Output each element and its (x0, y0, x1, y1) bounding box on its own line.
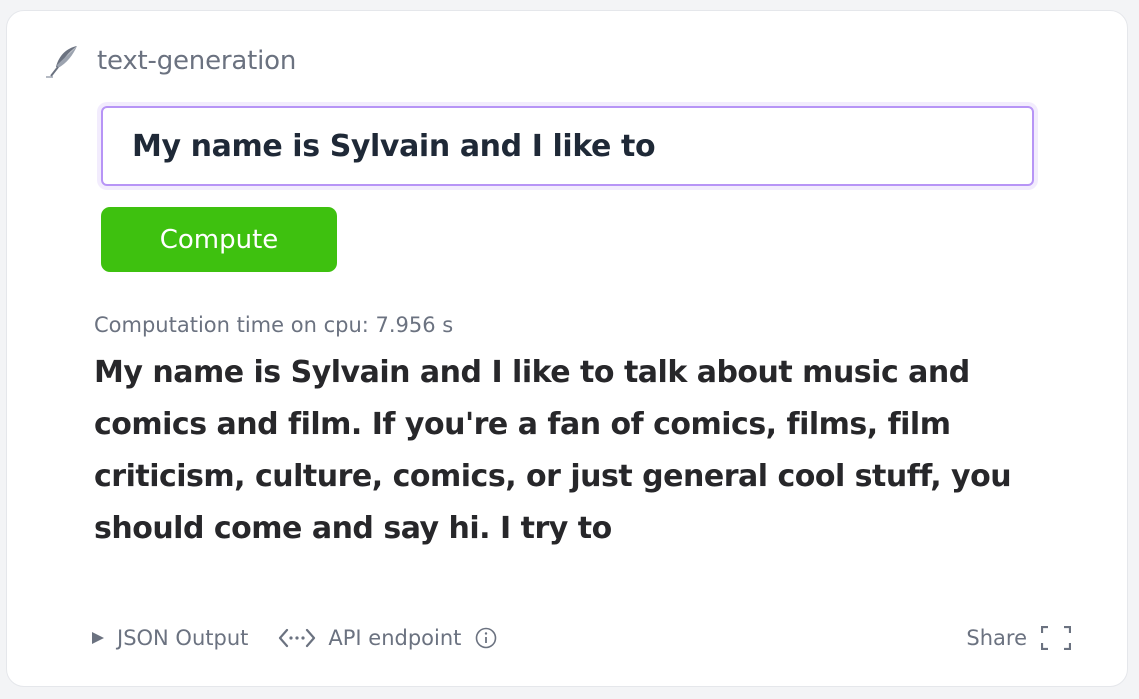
task-label: text-generation (97, 46, 297, 76)
task-header: text-generation (45, 43, 296, 79)
api-endpoint-link[interactable]: API endpoint (248, 626, 461, 650)
json-output-toggle[interactable]: JSON Output (91, 626, 248, 650)
play-triangle-icon (92, 632, 104, 644)
expand-icon[interactable] (1041, 626, 1071, 650)
computation-time: Computation time on cpu: 7.956 s (94, 313, 454, 337)
prompt-input[interactable]: My name is Sylvain and I like to (101, 106, 1034, 186)
json-output-label: JSON Output (117, 626, 249, 650)
compute-button[interactable]: Compute (101, 207, 337, 272)
inference-widget: text-generation My name is Sylvain and I… (6, 10, 1128, 687)
share-link[interactable]: Share (966, 626, 1027, 650)
api-endpoint-label: API endpoint (328, 626, 462, 650)
footer-left: JSON Output API endpoint (91, 626, 497, 650)
widget-footer: JSON Output API endpoint Share (91, 621, 1071, 655)
generated-output: My name is Sylvain and I like to talk ab… (94, 355, 1012, 546)
quill-icon (46, 46, 77, 78)
info-icon[interactable] (475, 627, 497, 649)
api-code-icon (279, 628, 316, 648)
footer-right: Share (966, 626, 1071, 650)
